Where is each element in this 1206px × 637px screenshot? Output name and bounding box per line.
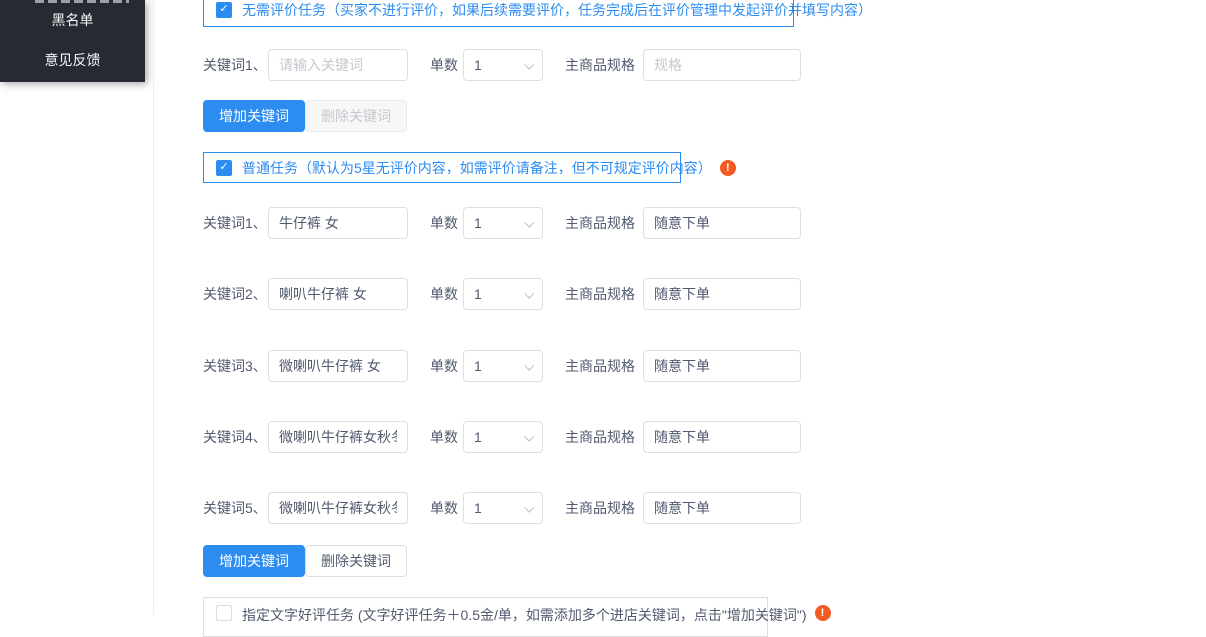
qty-select-value: 1 (474, 500, 482, 516)
keyword-row-empty: 关键词1、 单数 1 主商品规格 (203, 49, 823, 81)
spec-label: 主商品规格 (565, 421, 635, 453)
text-review-task-notice: 指定文字好评任务 (文字好评任务＋0.5金/单，如需添加多个进店关键词，点击"增… (203, 597, 768, 637)
keyword-label: 关键词1、 (203, 49, 267, 81)
chevron-down-icon (524, 503, 534, 513)
keyword-row-2: 关键词2、 单数 1 主商品规格 (203, 278, 823, 310)
qty-select-value: 1 (474, 429, 482, 445)
chevron-down-icon (524, 218, 534, 228)
qty-label: 单数 (430, 492, 458, 524)
spec-input[interactable] (643, 421, 801, 453)
spec-label: 主商品规格 (565, 278, 635, 310)
qty-select[interactable]: 1 (463, 49, 543, 81)
task-form: ✓ 无需评价任务（买家不进行评价，如果后续需要评价，任务完成后在评价管理中发起评… (203, 0, 823, 615)
spec-label: 主商品规格 (565, 350, 635, 382)
keyword-label: 关键词1、 (203, 207, 267, 239)
keyword-row-4: 关键词4、 单数 1 主商品规格 (203, 421, 823, 453)
spec-input[interactable] (643, 207, 801, 239)
qty-select[interactable]: 1 (463, 350, 543, 382)
sidebar-item-feedback[interactable]: 意见反馈 (0, 44, 145, 76)
keyword-input[interactable] (268, 278, 408, 310)
normal-task-checkbox[interactable]: ✓ (216, 160, 232, 176)
spec-label: 主商品规格 (565, 492, 635, 524)
no-review-task-label: 无需评价任务（买家不进行评价，如果后续需要评价，任务完成后在评价管理中发起评价并… (242, 0, 872, 20)
spec-input[interactable] (643, 49, 801, 81)
no-review-task-checkbox[interactable]: ✓ (216, 2, 232, 18)
keyword-input[interactable] (268, 207, 408, 239)
keyword-row-3: 关键词3、 单数 1 主商品规格 (203, 350, 823, 382)
qty-label: 单数 (430, 49, 458, 81)
keyword-input[interactable] (268, 492, 408, 524)
content-divider (153, 0, 154, 615)
keyword-label: 关键词3、 (203, 350, 267, 382)
qty-select-value: 1 (474, 286, 482, 302)
keyword-row-1: 关键词1、 单数 1 主商品规格 (203, 207, 823, 239)
clipped-menu-item (35, 0, 129, 3)
add-keyword-button[interactable]: 增加关键词 (203, 545, 305, 577)
qty-label: 单数 (430, 421, 458, 453)
spec-input[interactable] (643, 278, 801, 310)
qty-select[interactable]: 1 (463, 421, 543, 453)
spec-input[interactable] (643, 492, 801, 524)
chevron-down-icon (524, 432, 534, 442)
chevron-down-icon (524, 60, 534, 70)
spec-label: 主商品规格 (565, 49, 635, 81)
no-review-task-notice: ✓ 无需评价任务（买家不进行评价，如果后续需要评价，任务完成后在评价管理中发起评… (203, 0, 794, 27)
keyword-actions-top: 增加关键词 删除关键词 (203, 100, 603, 132)
qty-select[interactable]: 1 (463, 492, 543, 524)
keyword-input[interactable] (268, 49, 408, 81)
qty-select-value: 1 (474, 215, 482, 231)
qty-select[interactable]: 1 (463, 278, 543, 310)
text-review-task-label: 指定文字好评任务 (文字好评任务＋0.5金/单，如需添加多个进店关键词，点击"增… (242, 605, 807, 625)
keyword-input[interactable] (268, 421, 408, 453)
warning-icon: ! (815, 605, 831, 621)
qty-select-value: 1 (474, 57, 482, 73)
qty-select[interactable]: 1 (463, 207, 543, 239)
remove-keyword-button[interactable]: 删除关键词 (305, 545, 407, 577)
keyword-input[interactable] (268, 350, 408, 382)
normal-task-notice: ✓ 普通任务（默认为5星无评价内容，如需评价请备注，但不可规定评价内容） ! (203, 152, 681, 183)
sidebar-item-blacklist[interactable]: 黑名单 (0, 4, 145, 36)
keyword-label: 关键词5、 (203, 492, 267, 524)
text-review-task-checkbox[interactable] (216, 605, 232, 621)
qty-label: 单数 (430, 350, 458, 382)
remove-keyword-button-disabled[interactable]: 删除关键词 (305, 100, 407, 132)
keyword-actions-bottom: 增加关键词 删除关键词 (203, 545, 603, 577)
keyword-row-5: 关键词5、 单数 1 主商品规格 (203, 492, 823, 524)
normal-task-label: 普通任务（默认为5星无评价内容，如需评价请备注，但不可规定评价内容） (242, 158, 712, 178)
qty-select-value: 1 (474, 358, 482, 374)
spec-label: 主商品规格 (565, 207, 635, 239)
chevron-down-icon (524, 361, 534, 371)
add-keyword-button[interactable]: 增加关键词 (203, 100, 305, 132)
sidebar: 黑名单 意见反馈 (0, 0, 145, 82)
warning-icon: ! (720, 160, 736, 176)
spec-input[interactable] (643, 350, 801, 382)
chevron-down-icon (524, 289, 534, 299)
keyword-label: 关键词2、 (203, 278, 267, 310)
qty-label: 单数 (430, 207, 458, 239)
keyword-label: 关键词4、 (203, 421, 267, 453)
qty-label: 单数 (430, 278, 458, 310)
